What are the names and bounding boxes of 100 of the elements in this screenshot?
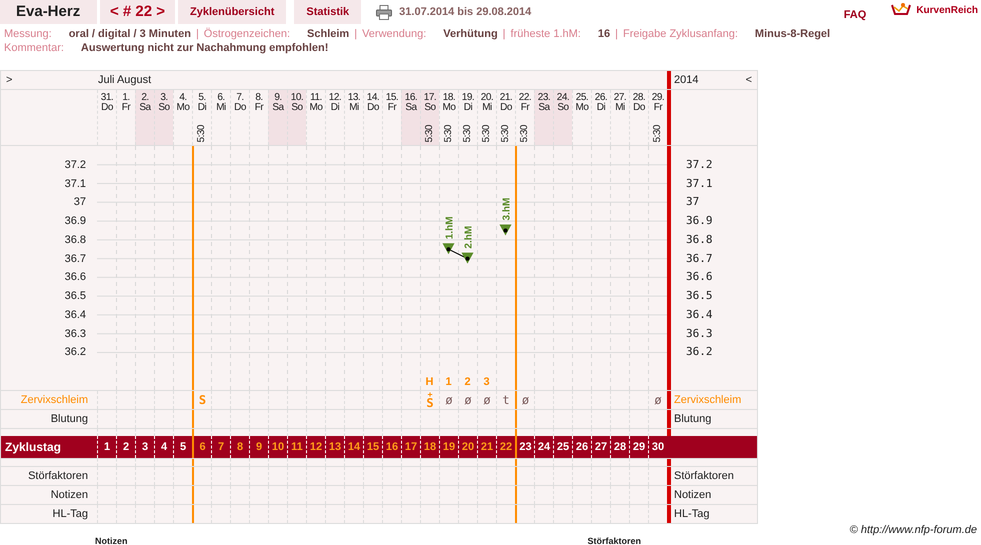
- nav-tab[interactable]: Statistik: [294, 0, 362, 24]
- date-label: 6.: [217, 93, 225, 103]
- y-tick-label: 36.9: [686, 214, 712, 228]
- date-label: 31.: [100, 93, 114, 103]
- cycle-day-number: 12: [306, 436, 325, 458]
- cycle-day-number: 20: [458, 436, 477, 458]
- mucus-symbol: ø: [483, 394, 491, 406]
- y-tick-label: 36.6: [686, 270, 712, 284]
- weekday-label: Fr: [122, 103, 130, 113]
- faq-link[interactable]: FAQ: [844, 9, 866, 21]
- scroll-right-link[interactable]: <: [746, 74, 752, 86]
- weekday-label: Do: [633, 103, 645, 113]
- printer-icon[interactable]: [376, 4, 392, 20]
- date-label: 1.: [122, 93, 130, 103]
- y-tick-label: 36.7: [64, 252, 86, 266]
- info-label: Messung:: [4, 28, 52, 42]
- info-label: Kommentar:: [4, 42, 64, 56]
- count-mark: H: [426, 376, 434, 388]
- mucus-symbol: ø: [654, 394, 662, 406]
- weekday-label: Mo: [576, 103, 588, 113]
- cycle-day-number: 8: [230, 436, 249, 458]
- date-label: 8.: [255, 93, 263, 103]
- cycle-navigator[interactable]: < # 22 >: [100, 0, 175, 24]
- scroll-left-link[interactable]: >: [1, 74, 97, 86]
- weekday-label: Fr: [654, 103, 662, 113]
- weekday-label: Di: [330, 103, 340, 113]
- row-label: Blutung: [50, 412, 89, 427]
- y-tick-label: 36.8: [686, 232, 712, 247]
- date-label: 7.: [236, 93, 244, 103]
- cycle-day-number: 15: [363, 436, 382, 458]
- cycle-day-number: 24: [534, 436, 553, 458]
- cycle-day-number: 16: [382, 436, 401, 458]
- y-tick-label: 36.2: [686, 345, 712, 360]
- mucus-symbol: S: [198, 394, 206, 406]
- row-label: Zervixschleim: [20, 393, 89, 408]
- info-label: früheste 1.hM:: [510, 28, 581, 42]
- cycle-day-number: 6: [192, 436, 211, 458]
- section-heading: Störfaktoren: [588, 536, 642, 545]
- cycle-day-number: 18: [420, 436, 439, 458]
- cycle-day-number: 14: [344, 436, 363, 458]
- copyright-link[interactable]: © http://www.nfp-forum.de: [0, 524, 981, 536]
- date-label: 11.: [310, 93, 322, 103]
- info-value: Schleim: [307, 28, 350, 42]
- cycle-day-number: 25: [553, 436, 572, 458]
- y-tick-label: 36.6: [64, 270, 86, 284]
- info-label: Östrogenzeichen:: [204, 28, 290, 42]
- section-heading: Notizen: [95, 536, 128, 545]
- y-tick-label: 36.5: [64, 289, 86, 304]
- info-separator: |: [354, 28, 358, 42]
- cycle-day-number: 21: [477, 436, 496, 458]
- mucus-symbol: ø: [464, 394, 472, 406]
- year-label: 2014: [674, 74, 698, 86]
- y-tick-label: 36.7: [686, 252, 712, 266]
- date-label: 9.: [274, 93, 282, 103]
- cycle-day-number: 7: [211, 436, 230, 458]
- row-label: Blutung: [673, 412, 712, 427]
- weekday-label: So: [158, 103, 170, 113]
- weekday-label: Di: [198, 103, 206, 113]
- info-value: Minus-8-Regel: [754, 28, 830, 42]
- info-label: Verwendung:: [362, 28, 426, 42]
- curve-logo-icon[interactable]: [890, 2, 912, 18]
- cycle-day-number: 1: [97, 436, 116, 458]
- cycle-day-number: 2: [116, 436, 135, 458]
- count-mark: 2: [464, 376, 471, 388]
- row-label: HL-Tag: [673, 507, 710, 522]
- info-value: Verhütung: [443, 28, 498, 42]
- date-label: 27.: [614, 93, 626, 103]
- cycle-day-number: 23: [515, 436, 534, 458]
- time-label: 5:30: [501, 124, 511, 142]
- time-label: 5:30: [482, 124, 492, 142]
- y-tick-label: 37: [74, 195, 86, 210]
- cycle-day-number: 29: [629, 436, 648, 458]
- weekday-label: Do: [500, 103, 512, 113]
- temperature-annotation: 2.hM: [464, 226, 474, 249]
- count-mark: 3: [483, 376, 490, 388]
- date-label: 14.: [366, 93, 380, 103]
- date-label: 2.: [141, 93, 149, 103]
- info-separator: |: [615, 28, 618, 42]
- user-name-title: Eva-Herz: [0, 0, 97, 24]
- info-value: 16: [598, 28, 610, 42]
- y-tick-label: 36.3: [686, 326, 712, 341]
- nav-tab[interactable]: Zyklenübersicht: [178, 0, 286, 24]
- row-label: Notizen: [673, 488, 712, 503]
- cycle-day-number: 28: [610, 436, 629, 458]
- date-label: 26.: [594, 93, 608, 103]
- weekday-label: Mi: [216, 103, 226, 113]
- time-label: 5:30: [463, 124, 473, 142]
- date-label: 13.: [348, 93, 360, 103]
- date-label: 24.: [556, 93, 570, 103]
- info-label: Freigabe Zyklusanfang:: [622, 28, 738, 42]
- temperature-marker: [500, 224, 512, 236]
- date-label: 19.: [462, 93, 474, 103]
- temperature-marker: [462, 252, 474, 264]
- time-label: 5:30: [653, 124, 663, 142]
- mucus-symbol: t: [502, 394, 510, 406]
- cycle-day-number: 11: [287, 436, 306, 458]
- y-tick-label: 37: [686, 195, 700, 210]
- date-label: 23.: [538, 93, 550, 103]
- date-label: 16.: [404, 93, 418, 103]
- brand-name[interactable]: KurvenReich: [916, 4, 978, 16]
